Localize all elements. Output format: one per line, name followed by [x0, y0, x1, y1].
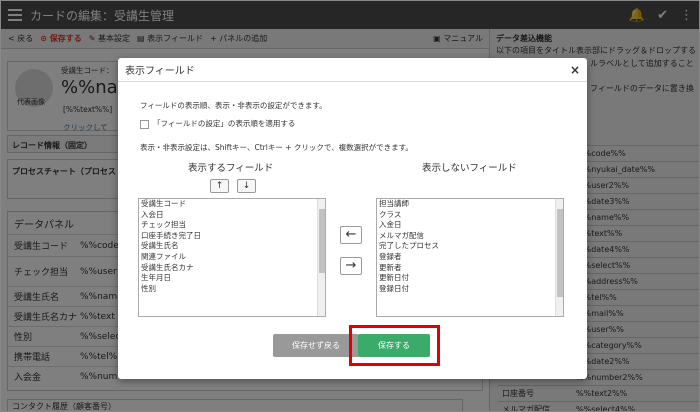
highlight-box [349, 325, 440, 366]
hidden-list-scrollbar[interactable] [555, 199, 563, 316]
move-to-shown-button[interactable]: ← [340, 226, 362, 244]
field-option[interactable]: クラス [377, 210, 563, 221]
hidden-fields-header: 表示しないフィールド [422, 163, 517, 174]
dialog-title: 表示フィールド [125, 66, 195, 77]
field-option[interactable]: 関連ファイル [139, 252, 325, 263]
field-option[interactable]: 登録日付 [377, 284, 563, 295]
field-option[interactable]: 受講生氏名 [139, 241, 325, 252]
dialog-description: フィールドの表示順、表示・非表示の設定ができます。 [140, 101, 327, 110]
field-option[interactable]: 受講生氏名カナ [139, 263, 325, 274]
field-option[interactable]: 登録者 [377, 252, 563, 263]
scrollbar-thumb[interactable] [557, 209, 563, 297]
dialog-instructions: 表示・非表示設定は、Shiftキー、Ctrlキー + クリックで、複数選択ができ… [140, 143, 413, 152]
move-up-button[interactable]: ↑ [210, 179, 229, 193]
apply-order-label: 「フィールドの設定」の表示順を適用する [153, 119, 296, 128]
hidden-fields-list[interactable]: 担当講師 クラス 入金日 メルマガ配信 完了したプロセス 登録者 更新者 更新日付 登録日付 [376, 198, 564, 317]
app-window: カードの編集：受講生管理 🔔 ✔ ⋮ < 戻る ⊙ 保存する ✎ 基本設定 ▤ … [0, 0, 700, 412]
close-icon[interactable]: × [570, 63, 580, 77]
field-option[interactable]: 完了したプロセス [377, 241, 563, 252]
field-option[interactable]: 生年月日 [139, 273, 325, 284]
field-option[interactable]: 更新者 [377, 263, 563, 274]
field-option[interactable]: チェック担当 [139, 220, 325, 231]
field-option[interactable]: 更新日付 [377, 273, 563, 284]
apply-order-checkbox[interactable]: 「フィールドの設定」の表示順を適用する [140, 118, 295, 129]
display-fields-dialog: 表示フィールド × フィールドの表示順、表示・非表示の設定ができます。 「フィー… [118, 58, 587, 379]
field-option[interactable]: 入金日 [377, 220, 563, 231]
shown-list-scrollbar[interactable] [317, 199, 325, 316]
shown-fields-list[interactable]: 受講生コード 入会日 チェック担当 口座手続き完了日 受講生氏名 関連ファイル 受講生氏名カ… [138, 198, 326, 317]
checkbox-box[interactable] [140, 119, 149, 129]
field-option[interactable]: メルマガ配信 [377, 231, 563, 242]
move-down-button[interactable]: ↓ [237, 179, 256, 193]
dialog-header: 表示フィールド × [118, 58, 587, 82]
cancel-without-saving-button[interactable]: 保存せず戻る [273, 334, 359, 357]
shown-fields-header: 表示するフィールド [188, 163, 274, 174]
field-option[interactable]: 受講生コード [139, 199, 325, 210]
field-option[interactable]: 性別 [139, 284, 325, 295]
move-to-hidden-button[interactable]: → [340, 257, 362, 275]
field-option[interactable]: 入会日 [139, 210, 325, 221]
field-option[interactable]: 口座手続き完了日 [139, 231, 325, 242]
field-option[interactable]: 担当講師 [377, 199, 563, 210]
scrollbar-thumb[interactable] [319, 209, 325, 273]
